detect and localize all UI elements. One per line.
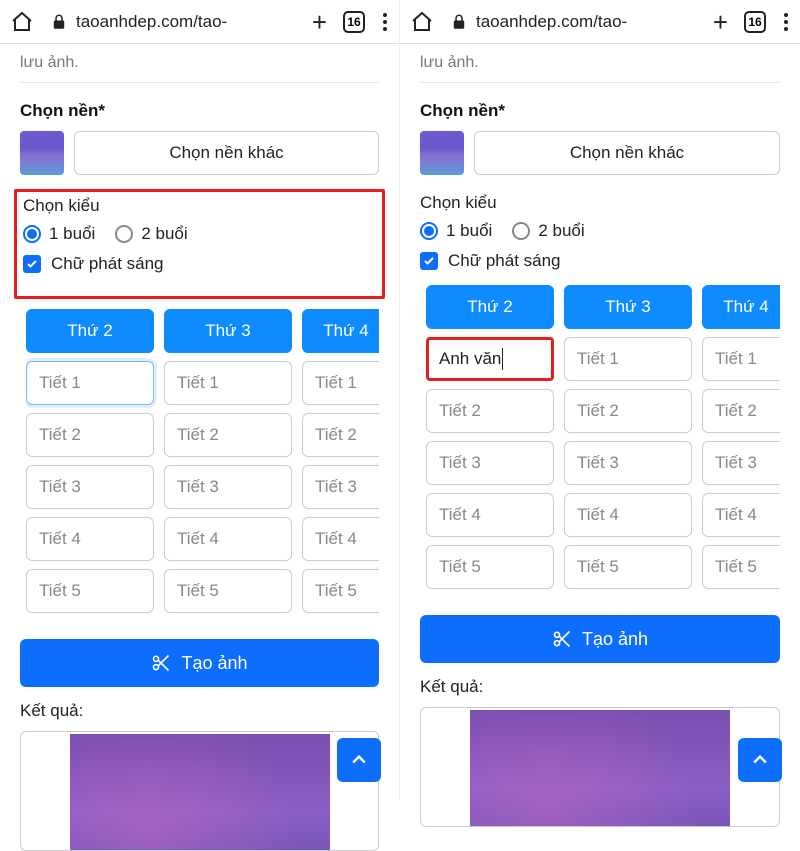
url-text: taoanhdep.com/tao- (476, 12, 627, 32)
day-header-tue[interactable]: Thứ 3 (164, 309, 292, 353)
slot-input[interactable]: Tiết 1 (302, 361, 379, 405)
lock-icon (450, 13, 468, 31)
highlight-annotation: Chọn kiểu 1 buổi 2 buổi Chữ phát s (14, 189, 385, 299)
slot-input[interactable]: Tiết 3 (426, 441, 554, 485)
home-icon[interactable] (10, 10, 34, 34)
slot-input[interactable]: Tiết 5 (26, 569, 154, 613)
schedule-grid: Thứ 2 Anh văn Tiết 2 Tiết 3 Tiết 4 Tiết … (426, 285, 780, 589)
result-label: Kết quả: (20, 701, 379, 721)
result-preview (420, 707, 780, 827)
slot-input[interactable]: Tiết 2 (702, 389, 780, 433)
slot-input[interactable]: Anh văn (426, 337, 554, 381)
tab-count-button[interactable]: 16 (744, 11, 766, 33)
new-tab-icon[interactable]: + (312, 9, 327, 35)
day-header-wed[interactable]: Thứ 4 (702, 285, 780, 329)
choose-background-button[interactable]: Chọn nền khác (74, 131, 379, 175)
slot-input[interactable]: Tiết 3 (564, 441, 692, 485)
check-icon (23, 255, 41, 273)
result-image (470, 710, 730, 827)
home-icon[interactable] (410, 10, 434, 34)
create-image-button[interactable]: Tạo ảnh (20, 639, 379, 687)
radio-label: 2 buổi (538, 221, 584, 241)
slot-input[interactable]: Tiết 2 (302, 413, 379, 457)
scissors-icon (552, 629, 572, 649)
slot-input[interactable]: Tiết 4 (564, 493, 692, 537)
create-image-button[interactable]: Tạo ảnh (420, 615, 780, 663)
choose-background-button[interactable]: Chọn nền khác (474, 131, 780, 175)
radio-1-session[interactable]: 1 buổi (23, 224, 95, 244)
browser-toolbar: taoanhdep.com/tao- + 16 (0, 0, 399, 44)
chevron-up-icon (750, 750, 770, 770)
slot-input[interactable]: Tiết 4 (164, 517, 292, 561)
glow-text-checkbox[interactable]: Chữ phát sáng (23, 254, 376, 274)
slot-input[interactable]: Tiết 5 (702, 545, 780, 589)
slot-input[interactable]: Tiết 2 (564, 389, 692, 433)
radio-1-session[interactable]: 1 buổi (420, 221, 492, 241)
slot-input[interactable]: Tiết 3 (702, 441, 780, 485)
text-cursor (502, 348, 503, 370)
background-label: Chọn nền* (420, 101, 780, 121)
truncated-text: lưu ảnh. (420, 54, 780, 72)
slot-input[interactable]: Tiết 5 (302, 569, 379, 613)
truncated-text: lưu ảnh. (20, 54, 379, 72)
url-text: taoanhdep.com/tao- (76, 12, 227, 32)
day-header-mon[interactable]: Thứ 2 (26, 309, 154, 353)
slot-input[interactable]: Tiết 1 (702, 337, 780, 381)
slot-input[interactable]: Tiết 1 (564, 337, 692, 381)
slot-input[interactable]: Tiết 1 (26, 361, 154, 405)
chevron-up-icon (349, 750, 369, 770)
day-header-tue[interactable]: Thứ 3 (564, 285, 692, 329)
browser-toolbar: taoanhdep.com/tao- + 16 (400, 0, 800, 44)
slot-input[interactable]: Tiết 4 (26, 517, 154, 561)
slot-input[interactable]: Tiết 2 (426, 389, 554, 433)
radio-label: 1 buổi (49, 224, 95, 244)
background-thumbnail[interactable] (20, 131, 64, 175)
menu-icon[interactable] (381, 13, 389, 31)
checkbox-label: Chữ phát sáng (448, 251, 561, 271)
slot-input[interactable]: Tiết 3 (302, 465, 379, 509)
result-image (70, 734, 330, 851)
slot-input[interactable]: Tiết 2 (26, 413, 154, 457)
address-bar[interactable]: taoanhdep.com/tao- (450, 12, 697, 32)
radio-2-sessions[interactable]: 2 buổi (115, 224, 187, 244)
slot-input[interactable]: Tiết 4 (702, 493, 780, 537)
radio-label: 1 buổi (446, 221, 492, 241)
slot-input[interactable]: Tiết 5 (564, 545, 692, 589)
background-label: Chọn nền* (20, 101, 379, 121)
slot-input[interactable]: Tiết 5 (164, 569, 292, 613)
result-label: Kết quả: (420, 677, 780, 697)
radio-2-sessions[interactable]: 2 buổi (512, 221, 584, 241)
checkbox-label: Chữ phát sáng (51, 254, 164, 274)
new-tab-icon[interactable]: + (713, 9, 728, 35)
menu-icon[interactable] (782, 13, 790, 31)
check-icon (420, 252, 438, 270)
slot-input[interactable]: Tiết 4 (426, 493, 554, 537)
day-header-mon[interactable]: Thứ 2 (426, 285, 554, 329)
schedule-grid: Thứ 2 Tiết 1 Tiết 2 Tiết 3 Tiết 4 Tiết 5… (26, 309, 379, 613)
address-bar[interactable]: taoanhdep.com/tao- (50, 12, 296, 32)
slot-input[interactable]: Tiết 2 (164, 413, 292, 457)
lock-icon (50, 13, 68, 31)
slot-input[interactable]: Tiết 3 (26, 465, 154, 509)
scroll-top-button[interactable] (337, 738, 381, 782)
slot-input[interactable]: Tiết 5 (426, 545, 554, 589)
divider (420, 82, 780, 83)
scroll-top-button[interactable] (738, 738, 782, 782)
slot-input[interactable]: Tiết 4 (302, 517, 379, 561)
day-header-wed[interactable]: Thứ 4 (302, 309, 379, 353)
style-label: Chọn kiểu (23, 196, 376, 216)
glow-text-checkbox[interactable]: Chữ phát sáng (420, 251, 780, 271)
slot-input[interactable]: Tiết 1 (164, 361, 292, 405)
radio-label: 2 buổi (141, 224, 187, 244)
slot-input[interactable]: Tiết 3 (164, 465, 292, 509)
background-thumbnail[interactable] (420, 131, 464, 175)
tab-count-button[interactable]: 16 (343, 11, 365, 33)
result-preview (20, 731, 379, 851)
style-label: Chọn kiểu (420, 193, 780, 213)
divider (20, 82, 379, 83)
scissors-icon (151, 653, 171, 673)
